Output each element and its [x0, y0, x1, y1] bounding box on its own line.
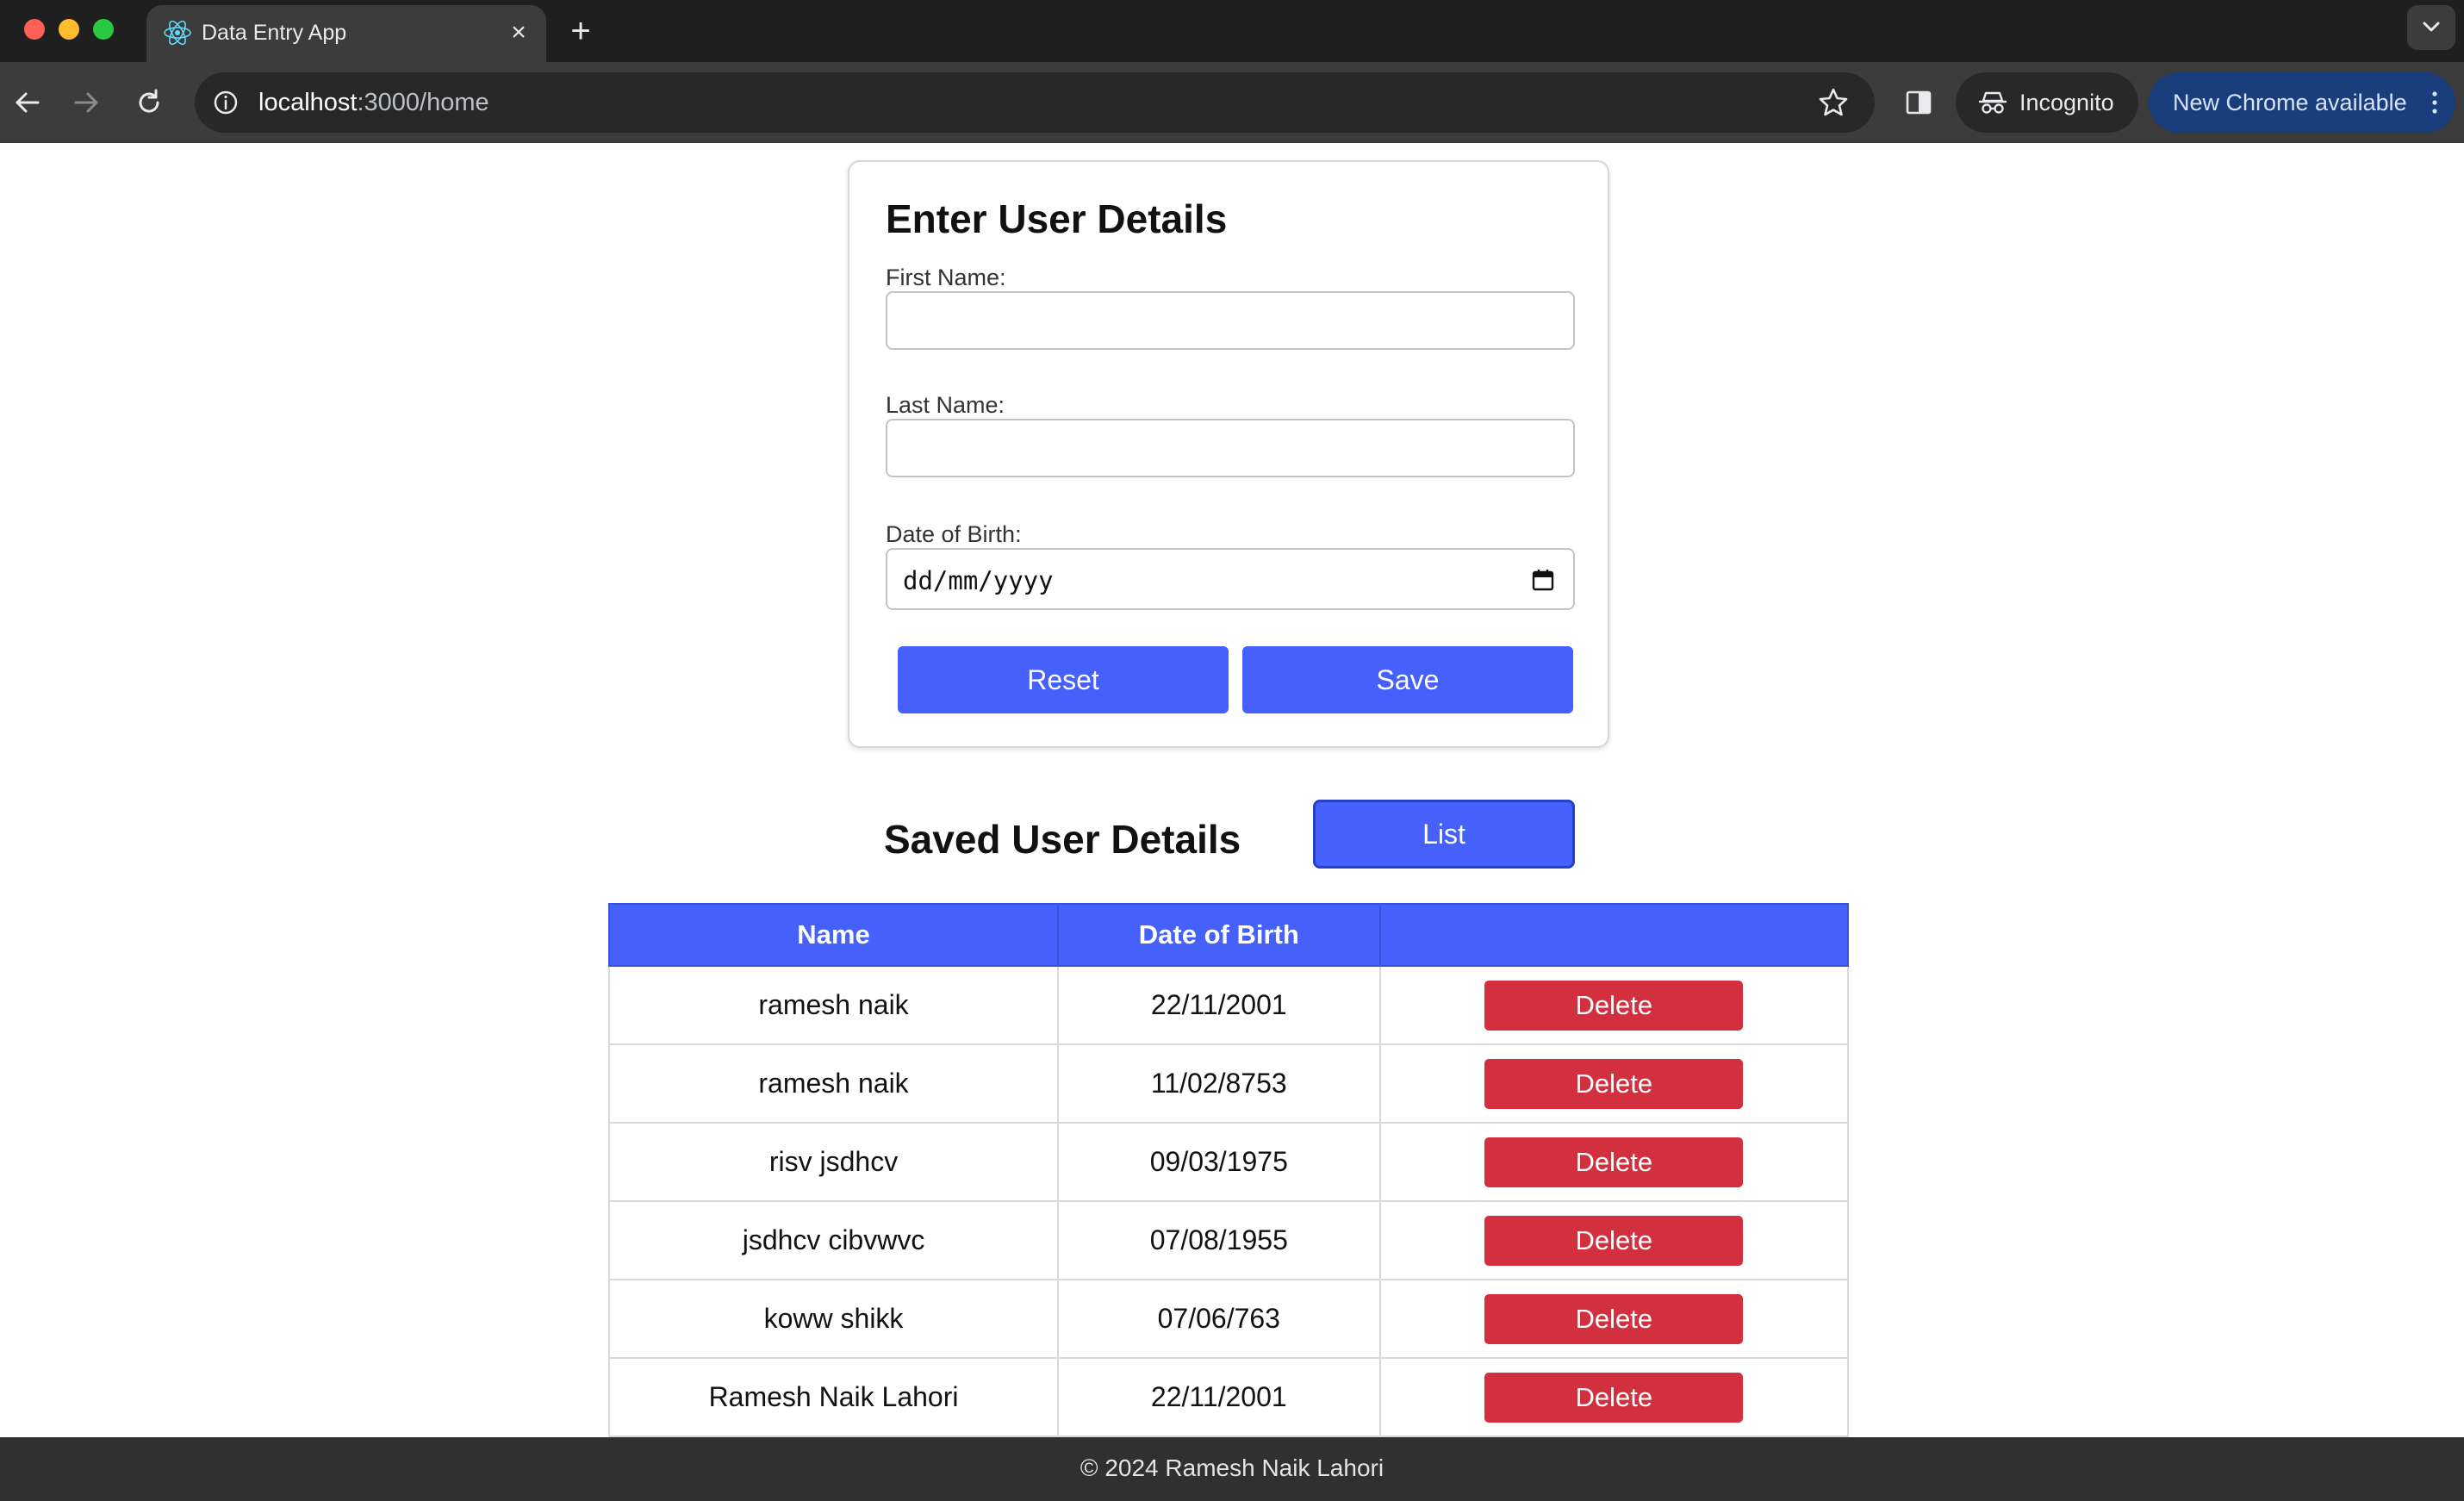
cell-actions: Delete [1378, 1357, 1850, 1437]
browser-tab-active[interactable]: Data Entry App × [146, 5, 546, 62]
delete-button[interactable]: Delete [1484, 1293, 1744, 1344]
react-icon [164, 20, 191, 46]
user-form-card: Enter User Details First Name: Last Name… [848, 160, 1609, 748]
cell-actions: Delete [1378, 965, 1850, 1045]
saved-section-title: Saved User Details [884, 817, 1241, 862]
column-header-name: Name [607, 903, 1060, 967]
cell-dob: 11/02/8753 [1057, 1043, 1381, 1124]
delete-button[interactable]: Delete [1484, 1058, 1744, 1109]
first-name-label: First Name: [886, 265, 1006, 290]
cell-actions: Delete [1378, 1200, 1850, 1280]
cell-name: ramesh naik [607, 965, 1060, 1045]
url-text[interactable]: localhost:3000/home [258, 86, 489, 119]
address-bar[interactable]: localhost:3000/home [195, 72, 1875, 133]
page-content: Enter User Details First Name: Last Name… [0, 143, 2464, 1437]
window-minimize-button[interactable] [59, 19, 79, 40]
cell-name: ramesh naik [607, 1043, 1060, 1124]
bookmark-star-icon[interactable] [1816, 85, 1851, 120]
column-header-actions [1378, 903, 1850, 967]
browser-tab-bar: Data Entry App × + [0, 0, 2464, 62]
first-name-input[interactable] [886, 291, 1575, 350]
delete-button[interactable]: Delete [1484, 1137, 1744, 1187]
delete-button[interactable]: Delete [1484, 1372, 1744, 1423]
table-row: risv jsdhcv 09/03/1975 Delete [607, 1122, 1850, 1202]
arrow-left-icon [16, 92, 40, 113]
cell-name: jsdhcv cibvwvc [607, 1200, 1060, 1280]
cell-dob: 07/08/1955 [1057, 1200, 1381, 1280]
calendar-icon[interactable] [1530, 567, 1556, 593]
table-header-row: Name Date of Birth [607, 903, 1850, 967]
dob-input[interactable]: dd/mm/yyyy [886, 548, 1575, 610]
update-label: New Chrome available [2173, 90, 2407, 115]
cell-name: koww shikk [607, 1279, 1060, 1359]
footer-copyright: © 2024 Ramesh Naik Lahori [1080, 1454, 1384, 1481]
last-name-input[interactable] [886, 419, 1575, 477]
incognito-icon [1978, 91, 2007, 114]
cell-dob: 22/11/2001 [1057, 1357, 1381, 1437]
table-row: koww shikk 07/06/763 Delete [607, 1279, 1850, 1359]
tab-title: Data Entry App [202, 21, 347, 45]
last-name-label: Last Name: [886, 392, 1005, 418]
delete-button[interactable]: Delete [1484, 1215, 1744, 1266]
arrow-right-icon [74, 92, 98, 113]
incognito-indicator[interactable]: Incognito [1956, 72, 2138, 133]
list-button[interactable]: List [1313, 800, 1575, 869]
reset-button[interactable]: Reset [898, 646, 1229, 713]
reload-button[interactable] [128, 81, 171, 124]
table-row: Ramesh Naik Lahori 22/11/2001 Delete [607, 1357, 1850, 1437]
back-button[interactable] [5, 81, 48, 124]
cell-dob: 09/03/1975 [1057, 1122, 1381, 1202]
window-zoom-button[interactable] [93, 19, 114, 40]
more-options-icon[interactable] [2426, 85, 2443, 120]
url-path: :3000/home [357, 89, 489, 116]
cell-name: risv jsdhcv [607, 1122, 1060, 1202]
table-row: ramesh naik 11/02/8753 Delete [607, 1043, 1850, 1124]
page-footer: © 2024 Ramesh Naik Lahori [0, 1437, 2464, 1501]
cell-name: Ramesh Naik Lahori [607, 1357, 1060, 1437]
save-button[interactable]: Save [1242, 646, 1573, 713]
incognito-label: Incognito [2019, 90, 2114, 115]
update-chrome-button[interactable]: New Chrome available [2149, 72, 2455, 133]
table-row: jsdhcv cibvwvc 07/08/1955 Delete [607, 1200, 1850, 1280]
side-panel-icon[interactable] [1901, 84, 1937, 121]
table-row: ramesh naik 22/11/2001 Delete [607, 965, 1850, 1045]
window-close-button[interactable] [24, 19, 45, 40]
chevron-down-icon [2423, 22, 2440, 32]
delete-button[interactable]: Delete [1484, 980, 1744, 1031]
cell-actions: Delete [1378, 1043, 1850, 1124]
reload-icon [139, 89, 159, 113]
cell-actions: Delete [1378, 1279, 1850, 1359]
cell-dob: 22/11/2001 [1057, 965, 1381, 1045]
dob-label: Date of Birth: [886, 521, 1022, 547]
url-host: localhost [258, 89, 358, 116]
users-table: Name Date of Birth ramesh naik 22/11/200… [607, 903, 1850, 1437]
forward-button[interactable] [65, 81, 109, 124]
tab-search-button[interactable] [2407, 5, 2455, 50]
new-tab-button[interactable]: + [562, 12, 600, 50]
close-tab-icon[interactable]: × [503, 17, 534, 48]
info-icon[interactable] [210, 87, 241, 118]
form-title: Enter User Details [886, 196, 1228, 241]
dob-placeholder: dd/mm/yyyy [903, 566, 1054, 595]
column-header-dob: Date of Birth [1057, 903, 1381, 967]
cell-actions: Delete [1378, 1122, 1850, 1202]
browser-toolbar: localhost:3000/home Incognito New Chrome… [0, 62, 2464, 143]
cell-dob: 07/06/763 [1057, 1279, 1381, 1359]
